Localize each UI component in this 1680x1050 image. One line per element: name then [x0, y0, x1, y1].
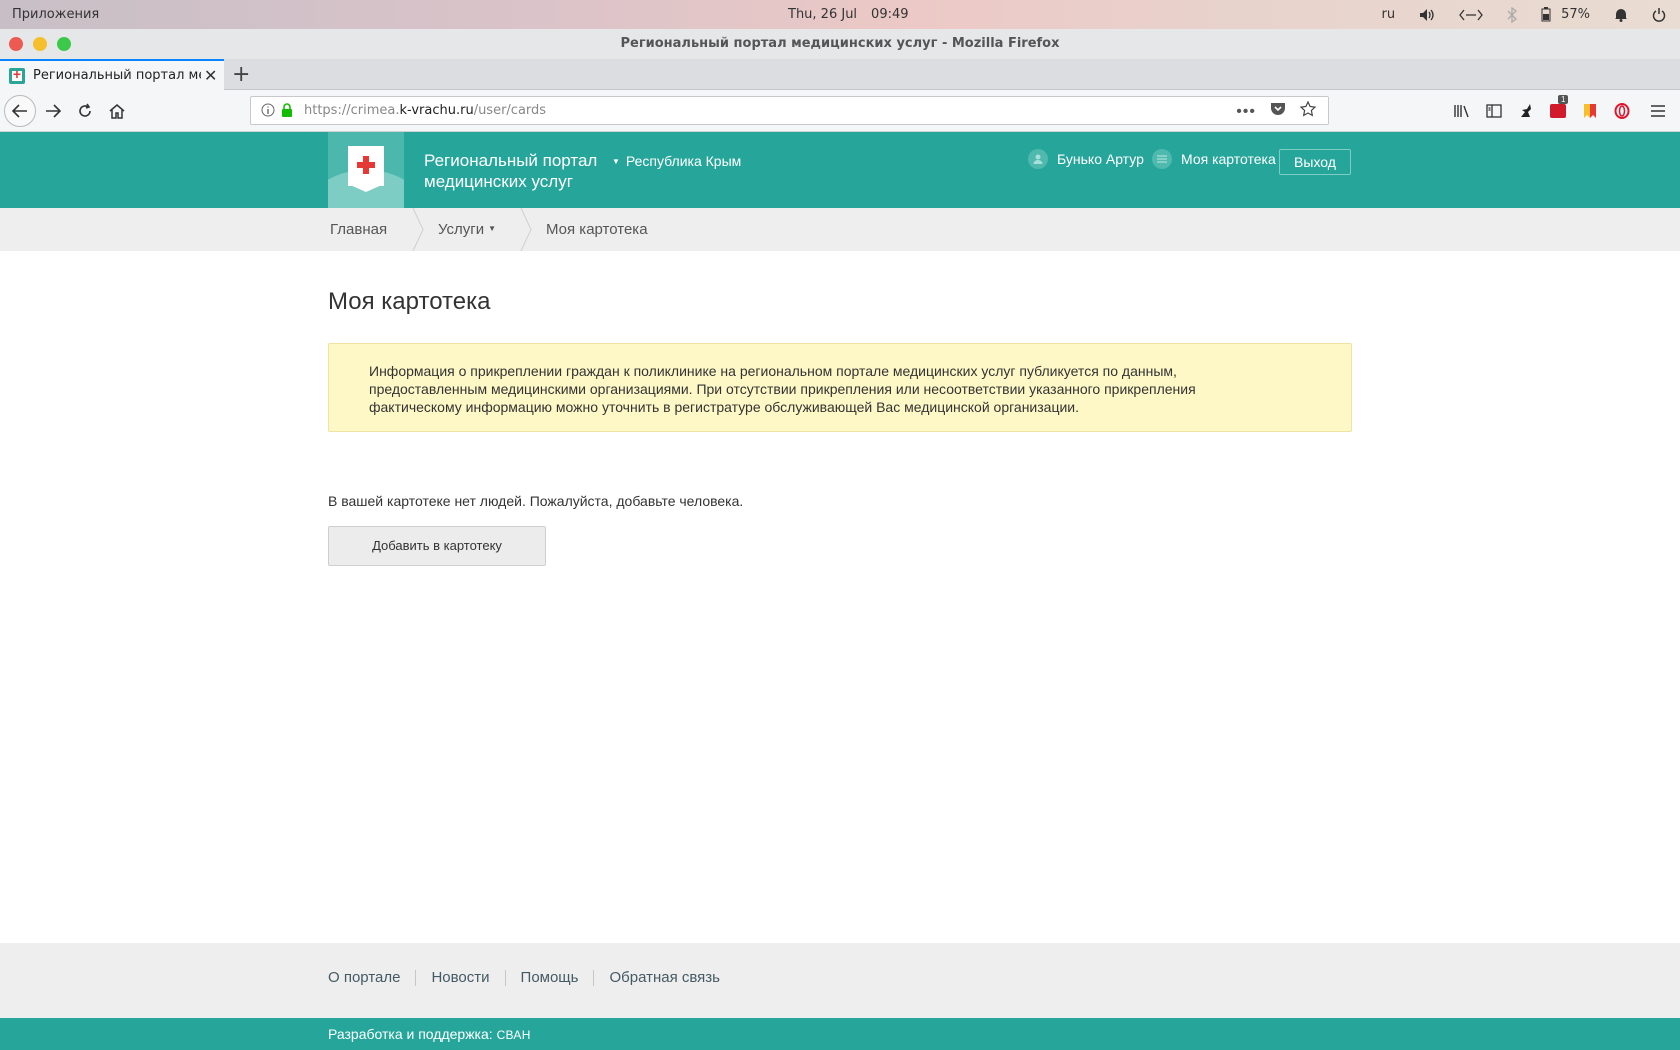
- footer-links: О портале Новости Помощь Обратная связь: [328, 970, 735, 986]
- pocket-icon[interactable]: [1270, 102, 1286, 121]
- tab-bar: Региональный портал меди ✕ +: [0, 59, 1680, 90]
- user-name: Бунько Артур: [1057, 151, 1144, 167]
- browser-tab[interactable]: Региональный портал меди ✕: [0, 59, 224, 90]
- add-to-cards-button[interactable]: Добавить в картотеку: [328, 526, 546, 566]
- caret-down-icon: ▼: [488, 224, 497, 233]
- system-tray: ru 57%: [1382, 0, 1680, 29]
- region-selector[interactable]: ▼ Республика Крым: [612, 153, 741, 169]
- portal-name[interactable]: Региональный портал медицинских услуг: [424, 150, 614, 192]
- my-cards-link[interactable]: Моя картотека: [1152, 149, 1276, 169]
- developer-label: Разработка и поддержка:: [328, 1026, 493, 1042]
- breadcrumb-services[interactable]: Услуги ▼: [438, 221, 496, 238]
- secure-lock-icon[interactable]: [281, 103, 293, 122]
- breadcrumb-services-label: Услуги: [438, 221, 485, 238]
- breadcrumb: Главная Услуги ▼ Моя картотека: [0, 208, 1680, 251]
- empty-cards-message: В вашей картотеке нет людей. Пожалуйста,…: [328, 493, 744, 509]
- breadcrumb-current: Моя картотека: [546, 221, 648, 238]
- home-button[interactable]: [102, 96, 132, 126]
- breadcrumb-separator: [412, 208, 424, 251]
- region-label: Республика Крым: [625, 153, 742, 169]
- notice-text: Информация о прикреплении граждан к поли…: [369, 363, 1196, 415]
- forward-button[interactable]: [38, 96, 68, 126]
- volume-icon[interactable]: [1419, 8, 1435, 22]
- extension-badge-icon[interactable]: 1: [1548, 95, 1569, 121]
- os-top-bar: Приложения Thu, 26 Jul 09:49 ru 57%: [0, 0, 1680, 29]
- bookmark-star-icon[interactable]: [1299, 100, 1317, 122]
- tab-title: Региональный портал меди: [33, 68, 201, 83]
- opera-extension-icon[interactable]: [1612, 101, 1632, 121]
- url-actions: •••: [1222, 100, 1317, 122]
- network-icon[interactable]: [1459, 9, 1483, 21]
- extension-bird-icon[interactable]: [1516, 101, 1536, 121]
- sidebar-icon[interactable]: [1484, 101, 1504, 121]
- navigation-toolbar: https://crimea.k-vrachu.ru/user/cards ••…: [0, 90, 1680, 132]
- developer-brand-link[interactable]: СВАН: [497, 1028, 531, 1042]
- time-text: 09:49: [871, 7, 909, 22]
- power-icon[interactable]: [1652, 7, 1666, 22]
- notifications-bell-icon[interactable]: [1614, 7, 1628, 22]
- developer-credit: Разработка и поддержка: СВАН: [328, 1026, 531, 1042]
- breadcrumb-separator: [520, 208, 532, 251]
- site-favicon-icon: [9, 66, 25, 84]
- portal-logo[interactable]: [328, 132, 404, 208]
- hamburger-menu-icon[interactable]: [1648, 101, 1668, 121]
- back-button[interactable]: [4, 95, 36, 127]
- footer-link-help[interactable]: Помощь: [504, 970, 594, 986]
- page-title: Моя картотека: [328, 288, 491, 315]
- window-title: Региональный портал медицинских услуг - …: [620, 36, 1060, 51]
- library-icon[interactable]: [1452, 101, 1472, 121]
- my-cards-label: Моя картотека: [1181, 151, 1276, 167]
- clock[interactable]: Thu, 26 Jul 09:49: [788, 7, 909, 22]
- breadcrumb-home[interactable]: Главная: [330, 221, 387, 238]
- toolbar-extensions: 1: [1452, 90, 1680, 132]
- site-footer: О портале Новости Помощь Обратная связь: [0, 943, 1680, 1018]
- applications-menu[interactable]: Приложения: [12, 7, 99, 22]
- footer-link-news[interactable]: Новости: [415, 970, 504, 986]
- keyboard-layout[interactable]: ru: [1382, 7, 1396, 22]
- new-tab-button[interactable]: +: [232, 62, 250, 87]
- footer-link-feedback[interactable]: Обратная связь: [593, 970, 735, 986]
- extension-flag-icon[interactable]: [1580, 101, 1600, 121]
- user-icon: [1028, 149, 1048, 169]
- bluetooth-icon[interactable]: [1507, 6, 1518, 23]
- portal-name-line2: медицинских услуг: [424, 172, 573, 191]
- page-actions-menu-icon[interactable]: •••: [1236, 103, 1256, 121]
- caret-down-icon: ▼: [612, 157, 620, 166]
- close-tab-icon[interactable]: ✕: [204, 66, 217, 86]
- footer-link-about[interactable]: О портале: [328, 970, 415, 986]
- reload-button[interactable]: [70, 96, 100, 126]
- site-info-icon[interactable]: [261, 103, 275, 122]
- url-text[interactable]: https://crimea.k-vrachu.ru/user/cards: [304, 103, 546, 118]
- footer-bottom-bar: Разработка и поддержка: СВАН: [0, 1018, 1680, 1050]
- site-header: Региональный портал медицинских услуг ▼ Р…: [0, 132, 1680, 208]
- user-profile-link[interactable]: Бунько Артур: [1028, 149, 1144, 169]
- date-text: Thu, 26 Jul: [788, 7, 858, 22]
- logout-button[interactable]: Выход: [1279, 149, 1351, 175]
- battery-percent: 57%: [1561, 7, 1590, 22]
- address-bar[interactable]: https://crimea.k-vrachu.ru/user/cards ••…: [250, 96, 1329, 125]
- extension-badge-count: 1: [1558, 95, 1569, 104]
- info-notice: Информация о прикреплении граждан к поли…: [328, 343, 1352, 432]
- battery-indicator[interactable]: 57%: [1541, 7, 1590, 22]
- list-icon: [1152, 149, 1172, 169]
- window-title-bar: Региональный портал медицинских услуг - …: [0, 29, 1680, 59]
- portal-name-line1: Региональный портал: [424, 151, 598, 170]
